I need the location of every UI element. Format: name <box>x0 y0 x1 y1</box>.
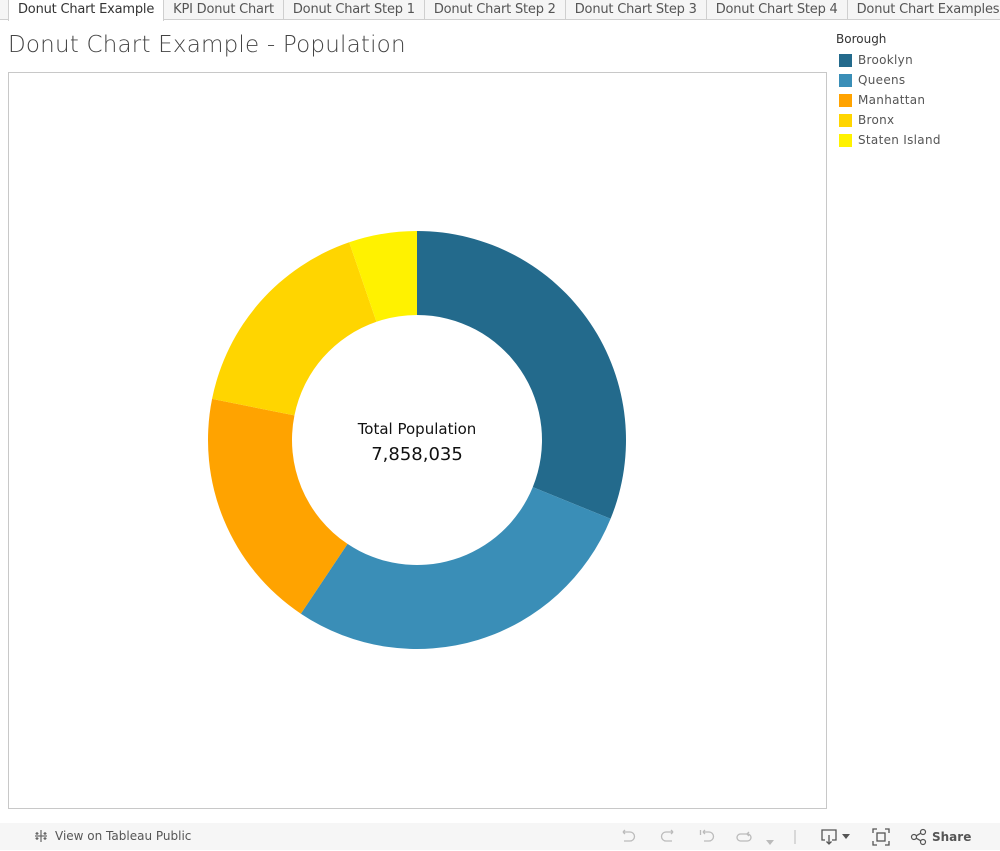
donut-slice-bronx[interactable] <box>212 242 377 416</box>
legend-item-manhattan[interactable]: Manhattan <box>836 90 941 110</box>
toolbar-footer: View on Tableau Public Share <box>0 823 1000 850</box>
share-button[interactable]: Share <box>910 828 971 846</box>
legend-item-staten-island[interactable]: Staten Island <box>836 130 941 150</box>
redo-button[interactable] <box>659 828 677 850</box>
refresh-dropdown[interactable] <box>765 832 775 851</box>
legend-label: Bronx <box>858 113 895 127</box>
legend-swatch <box>839 133 852 147</box>
view-on-tableau-public-link[interactable]: View on Tableau Public <box>33 828 191 844</box>
toolbar-divider <box>794 829 796 848</box>
center-value: 7,858,035 <box>371 444 463 465</box>
undo-icon <box>622 829 636 842</box>
legend-item-bronx[interactable]: Bronx <box>836 110 941 130</box>
legend-swatch <box>839 113 852 127</box>
redo-icon <box>660 829 674 842</box>
legend-label: Queens <box>858 73 906 87</box>
legend-title: Borough <box>836 32 887 46</box>
share-label: Share <box>932 830 972 844</box>
revert-button[interactable] <box>698 828 716 850</box>
fullscreen-button[interactable] <box>872 828 890 850</box>
fullscreen-icon <box>872 828 890 846</box>
view-on-tableau-public-label: View on Tableau Public <box>55 829 192 843</box>
download-button[interactable] <box>820 828 852 850</box>
chevron-down-icon <box>766 840 774 845</box>
download-icon <box>821 829 850 845</box>
legend-swatch <box>839 93 852 107</box>
share-icon <box>910 828 927 846</box>
tableau-logo-icon <box>35 830 47 842</box>
legend-label: Manhattan <box>858 93 926 107</box>
legend-item-brooklyn[interactable]: Brooklyn <box>836 50 941 70</box>
refresh-icon <box>736 831 752 842</box>
center-label: Total Population <box>357 420 477 438</box>
legend-swatch <box>839 73 852 87</box>
legend-swatch <box>839 53 852 67</box>
donut-slice-queens[interactable] <box>300 487 611 649</box>
refresh-button[interactable] <box>735 828 755 850</box>
donut-slice-brooklyn[interactable] <box>417 231 626 519</box>
legend: Borough Brooklyn Queens Manhattan Bronx Stat… <box>836 32 941 150</box>
undo-button[interactable] <box>619 828 637 850</box>
legend-item-queens[interactable]: Queens <box>836 70 941 90</box>
legend-label: Staten Island <box>858 133 941 147</box>
revert-icon <box>699 829 715 842</box>
legend-label: Brooklyn <box>858 53 913 67</box>
